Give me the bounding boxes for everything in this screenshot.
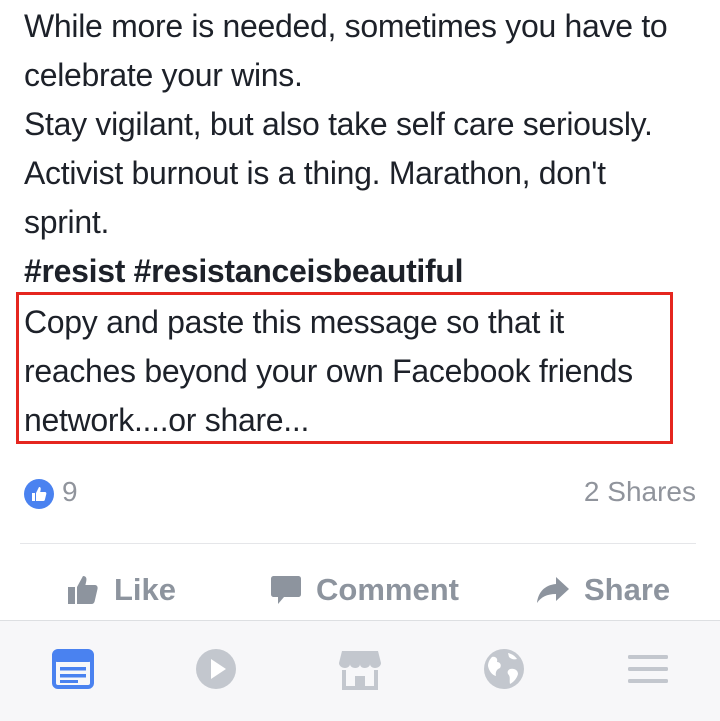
post-actions-bar: Like Comment Share [0,560,720,620]
like-button[interactable]: Like [66,560,176,620]
highlighted-message: Copy and paste this message so that it r… [24,298,704,445]
shares-count[interactable]: 2 Shares [584,476,696,508]
reactions-summary: 9 2 Shares [24,472,696,516]
menu-icon[interactable] [626,647,670,691]
post-text-line: Activist burnout is a thing. Marathon, d… [24,155,606,191]
share-arrow-icon [537,577,569,603]
like-label: Like [114,572,177,607]
comment-button[interactable]: Comment [270,560,459,620]
highlighted-text-line: reaches beyond your own Facebook friends [24,353,633,389]
like-count[interactable]: 9 [62,476,78,508]
post-text-line: sprint. [24,204,110,240]
globe-icon[interactable] [482,647,526,691]
comment-bubble-icon [271,576,301,604]
thumbs-up-icon [68,576,98,604]
post-text-line: Stay vigilant, but also take self care s… [24,106,653,142]
highlighted-text-line: Copy and paste this message so that it [24,304,565,340]
post-text-line: celebrate your wins. [24,57,303,93]
post-hashtags[interactable]: #resist #resistanceisbeautiful [24,247,714,296]
bottom-tab-bar [0,620,720,721]
news-feed-icon[interactable] [51,647,95,691]
divider [20,543,696,544]
highlighted-text-line: network....or share... [24,402,310,438]
like-reaction-icon[interactable] [24,479,54,509]
share-label: Share [584,572,671,607]
marketplace-icon[interactable] [338,647,382,691]
share-button[interactable]: Share [536,560,670,620]
comment-label: Comment [316,572,459,607]
post-body: While more is needed, sometimes you have… [24,2,714,296]
video-icon[interactable] [194,647,238,691]
post-text-line: While more is needed, sometimes you have… [24,8,668,44]
